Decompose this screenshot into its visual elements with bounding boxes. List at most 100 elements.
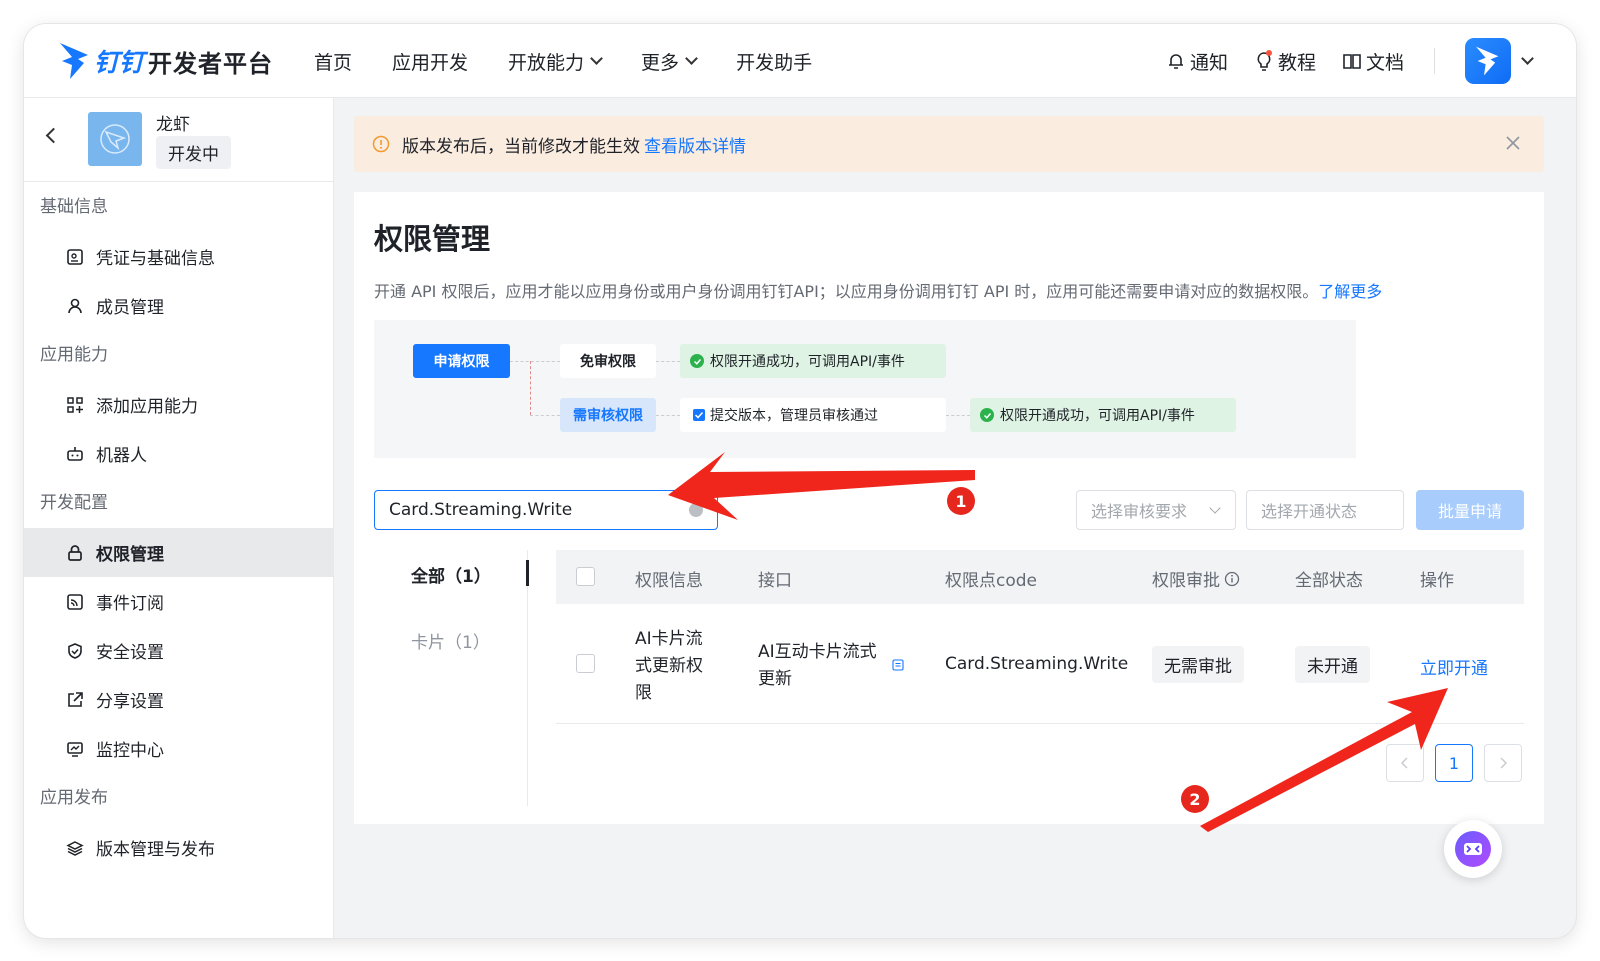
nav-dev-assistant-label: 开发助手 [736, 51, 813, 74]
id-card-icon [67, 248, 83, 265]
section-app-capability: 应用能力 [40, 345, 108, 365]
review-step-text: 提交版本，管理员审核通过 [710, 408, 878, 424]
header-tools: 通知 教程 文档 [1140, 24, 1534, 98]
sidebar-item-permissions[interactable]: 权限管理 [24, 528, 333, 577]
sidebar-item-label: 成员管理 [96, 298, 164, 318]
book-icon [1343, 54, 1361, 69]
dingtalk-logo[interactable]: 钉钉 开发者平台 [58, 38, 273, 84]
app-header: 龙虾 开发中 [24, 98, 333, 182]
review-select-placeholder: 选择审核要求 [1091, 502, 1188, 521]
top-navbar: 钉钉 开发者平台 首页 应用开发 开放能力 更多 开发助手 通知 教程 文档 [24, 24, 1576, 98]
th-permission-info: 权限信息 [635, 571, 703, 591]
sidebar-item-robot[interactable]: 机器人 [24, 429, 333, 478]
sidebar-item-credentials[interactable]: 凭证与基础信息 [24, 232, 333, 281]
assistant-icon [1455, 831, 1491, 867]
tab-card[interactable]: 卡片（1） [411, 628, 490, 653]
view-version-link[interactable]: 查看版本详情 [644, 132, 746, 157]
sidebar-item-members[interactable]: 成员管理 [24, 281, 333, 330]
sidebar-item-monitor[interactable]: 监控中心 [24, 724, 333, 773]
open-now-link[interactable]: 立即开通 [1420, 654, 1488, 679]
status-select-placeholder: 选择开通状态 [1261, 502, 1358, 521]
chevron-down-icon [685, 52, 698, 65]
open-status-select[interactable]: 选择开通状态 [1246, 490, 1404, 530]
sidebar-item-label: 事件订阅 [96, 594, 164, 614]
sidebar-item-share[interactable]: 分享设置 [24, 675, 333, 724]
th-approval-label: 权限审批 [1152, 571, 1220, 591]
api-name-line: 更新 [758, 669, 792, 689]
permission-name-line: 式更新权 [635, 656, 703, 676]
clear-icon[interactable] [689, 503, 703, 517]
docs-label: 文档 [1365, 51, 1404, 74]
notification-button[interactable]: 通知 [1166, 48, 1228, 75]
next-page-button[interactable] [1484, 744, 1522, 782]
app-status-badge: 开发中 [156, 136, 231, 169]
user-avatar[interactable] [1465, 38, 1511, 84]
ai-assistant-button[interactable] [1444, 820, 1502, 878]
nav-dev-assistant[interactable]: 开发助手 [736, 48, 812, 75]
sidebar-item-events[interactable]: 事件订阅 [24, 577, 333, 626]
chevron-down-icon [590, 52, 603, 65]
nav-more[interactable]: 更多 [641, 48, 698, 75]
nav-home[interactable]: 首页 [314, 48, 352, 75]
monitor-icon [67, 741, 83, 757]
close-icon[interactable] [1504, 134, 1522, 152]
permission-name-line: 限 [635, 683, 652, 703]
robot-icon [67, 446, 83, 461]
th-action: 操作 [1420, 571, 1454, 591]
free-result-node: 权限开通成功，可调用API/事件 [680, 344, 946, 378]
bell-icon [1168, 54, 1183, 69]
sidebar-item-label: 机器人 [96, 446, 147, 466]
grid-plus-icon [67, 396, 83, 413]
review-result-text: 权限开通成功，可调用API/事件 [1000, 408, 1195, 424]
row-checkbox[interactable] [576, 654, 595, 673]
sidebar-item-label: 添加应用能力 [96, 397, 198, 417]
chevron-down-icon[interactable] [1521, 52, 1534, 65]
flow-connector [656, 361, 680, 362]
th-status: 全部状态 [1295, 571, 1363, 591]
flow-connector [656, 415, 680, 416]
chevron-right-icon [1500, 757, 1508, 769]
sidebar-item-add-capability[interactable]: 添加应用能力 [24, 380, 333, 429]
tab-all[interactable]: 全部（1） [411, 562, 491, 587]
review-permission-node: 需审核权限 [560, 398, 656, 432]
doc-link-icon[interactable] [892, 659, 904, 671]
nav-home-label: 首页 [314, 51, 353, 74]
sidebar-item-version[interactable]: 版本管理与发布 [24, 823, 333, 872]
permission-search-input[interactable]: Card.Streaming.Write [374, 490, 718, 530]
sidebar-item-label: 版本管理与发布 [96, 840, 215, 860]
logo-brand: 钉钉 [94, 48, 145, 77]
chevron-left-icon [1400, 757, 1408, 769]
th-approval: 权限审批 [1152, 566, 1240, 591]
apply-permission-node: 申请权限 [413, 344, 510, 378]
approval-tag: 无需审批 [1152, 646, 1244, 683]
free-permission-node: 免审权限 [560, 344, 656, 378]
api-cell: AI互动卡片流式 更新 [758, 639, 877, 693]
nav-open-capability[interactable]: 开放能力 [508, 48, 603, 75]
user-icon [68, 298, 82, 313]
batch-apply-button[interactable]: 批量申请 [1416, 490, 1524, 530]
page-number-button[interactable]: 1 [1435, 744, 1473, 782]
sidebar-item-label: 凭证与基础信息 [96, 249, 215, 269]
divider [1434, 48, 1435, 74]
app-icon [88, 112, 142, 166]
section-dev-config: 开发配置 [40, 493, 108, 513]
permission-code-cell: Card.Streaming.Write [945, 654, 1129, 674]
nav-app-dev[interactable]: 应用开发 [392, 48, 468, 75]
prev-page-button[interactable] [1386, 744, 1424, 782]
sidebar-item-security[interactable]: 安全设置 [24, 626, 333, 675]
page-title: 权限管理 [374, 222, 491, 256]
th-permission-code: 权限点code [945, 571, 1037, 591]
search-value: Card.Streaming.Write [389, 500, 573, 520]
docs-button[interactable]: 文档 [1342, 48, 1404, 75]
learn-more-link[interactable]: 了解更多 [1318, 282, 1382, 301]
info-circle-icon[interactable] [1224, 571, 1240, 587]
release-notice-banner: 版本发布后，当前修改才能生效 查看版本详情 [354, 116, 1544, 172]
back-arrow-icon[interactable] [45, 127, 62, 144]
page-description: 开通 API 权限后，应用才能以应用身份或用户身份调用钉钉API；以应用身份调用… [374, 278, 1382, 302]
notice-text: 版本发布后，当前修改才能生效 [402, 136, 640, 157]
review-requirement-select[interactable]: 选择审核要求 [1076, 490, 1236, 530]
th-api: 接口 [758, 571, 792, 591]
app-logo-icon [100, 124, 130, 154]
tutorial-button[interactable]: 教程 [1254, 48, 1316, 75]
select-all-checkbox[interactable] [576, 567, 595, 586]
